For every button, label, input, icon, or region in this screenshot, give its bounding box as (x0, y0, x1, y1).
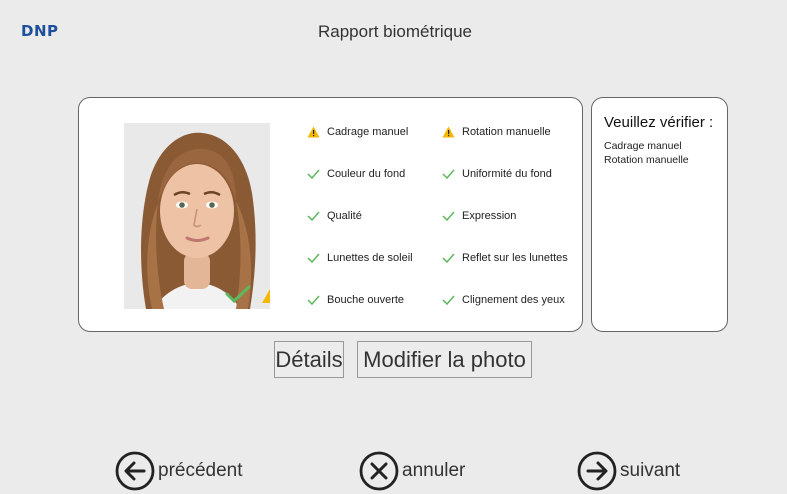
check-label: Couleur du fond (327, 168, 406, 180)
previous-label: précédent (158, 460, 243, 481)
check-icon (307, 253, 327, 263)
check-icon (442, 211, 462, 221)
check-label: Lunettes de soleil (327, 252, 413, 264)
verify-title: Veuillez vérifier : (604, 114, 714, 131)
check-label: Qualité (327, 210, 362, 222)
warning-icon (307, 126, 327, 138)
arrow-right-circle-icon (577, 451, 617, 491)
details-button[interactable]: Détails (274, 341, 344, 378)
check-icon (307, 169, 327, 179)
previous-button[interactable]: précédent (115, 451, 243, 491)
check-sunglasses: Lunettes de soleil (307, 249, 413, 267)
app-window: DNP Rapport biométrique Cadrage manuel R… (7, 6, 783, 491)
biometric-report-panel: Cadrage manuel Rotation manuelle Couleur… (78, 97, 583, 332)
check-label: Expression (462, 210, 517, 222)
verify-item: Cadrage manuel (604, 140, 682, 152)
check-label: Rotation manuelle (462, 126, 551, 138)
cancel-button[interactable]: annuler (359, 451, 465, 491)
check-manual-framing: Cadrage manuel (307, 123, 408, 141)
check-quality: Qualité (307, 207, 362, 225)
check-glasses-reflection: Reflet sur les lunettes (442, 249, 568, 267)
check-label: Clignement des yeux (462, 294, 565, 306)
arrow-left-circle-icon (115, 451, 155, 491)
check-eye-blink: Clignement des yeux (442, 291, 565, 309)
check-label: Reflet sur les lunettes (462, 252, 568, 264)
check-icon (307, 211, 327, 221)
check-manual-rotation: Rotation manuelle (442, 123, 551, 141)
next-label: suivant (620, 460, 681, 481)
close-circle-icon (359, 451, 399, 491)
cancel-label: annuler (402, 460, 466, 481)
verify-panel: Veuillez vérifier : Cadrage manuel Rotat… (591, 97, 728, 332)
check-background-uniformity: Uniformité du fond (442, 165, 552, 183)
check-label: Bouche ouverte (327, 294, 405, 306)
verify-item: Rotation manuelle (604, 154, 689, 166)
check-icon (225, 285, 251, 303)
check-icon (442, 295, 462, 305)
check-label: Cadrage manuel (327, 126, 409, 138)
next-button[interactable]: suivant (577, 451, 680, 491)
warning-icon (442, 126, 462, 138)
portrait-photo (124, 123, 270, 309)
modify-photo-button[interactable]: Modifier la photo (357, 341, 532, 378)
check-icon (442, 169, 462, 179)
check-expression: Expression (442, 207, 516, 225)
check-icon (442, 253, 462, 263)
check-open-mouth: Bouche ouverte (307, 291, 404, 309)
check-background-color: Couleur du fond (307, 165, 405, 183)
page-title: Rapport biométrique (317, 22, 473, 41)
check-label: Uniformité du fond (462, 168, 552, 180)
warning-icon (261, 283, 270, 304)
check-icon (307, 295, 327, 305)
